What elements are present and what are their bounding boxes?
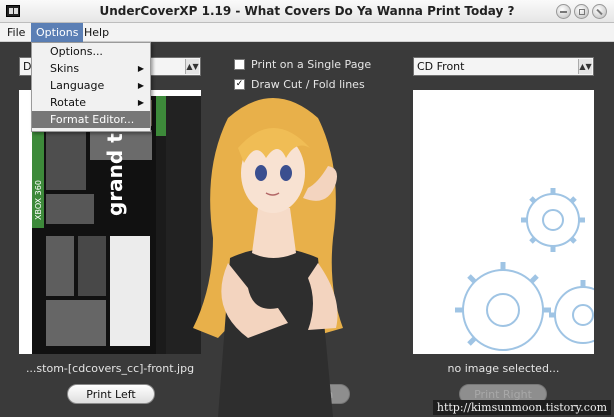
anime-character-illustration [193, 98, 343, 417]
menu-item-options[interactable]: Options... [32, 43, 150, 60]
single-page-check-box[interactable] [234, 59, 245, 70]
minimize-button[interactable] [556, 4, 571, 19]
menu-item-label: Rotate [50, 96, 87, 109]
close-icon [596, 8, 603, 16]
options-menu: Options... Skins ▶ Language ▶ Rotate ▶ Form… [31, 42, 151, 132]
right-file-caption: no image selected... [447, 362, 560, 375]
menu-file[interactable]: File [2, 23, 30, 42]
single-page-checkbox[interactable]: Print on a Single Page [234, 58, 384, 72]
gears-watermark [455, 188, 594, 351]
menu-item-rotate[interactable]: Rotate ▶ [32, 94, 150, 111]
chevron-updown-icon[interactable]: ▲▼ [185, 59, 199, 74]
menu-item-language[interactable]: Language ▶ [32, 77, 150, 94]
menu-item-label: Options... [50, 45, 103, 58]
screenshot-tile [78, 236, 106, 296]
spine-band [156, 96, 166, 136]
close-button[interactable] [592, 4, 607, 19]
single-page-label: Print on a Single Page [251, 58, 372, 71]
screenshot-tile [46, 300, 106, 346]
screenshot-tile [46, 194, 94, 224]
menu-bar: File Options Help [0, 23, 614, 42]
submenu-arrow-icon: ▶ [137, 64, 144, 73]
menu-options[interactable]: Options [31, 23, 84, 42]
right-combo-value: CD Front [417, 60, 465, 73]
xbox-logo: XBOX 360 [34, 180, 43, 220]
menu-item-format-editor[interactable]: Format Editor... [32, 111, 150, 128]
menu-help[interactable]: Help [79, 23, 114, 42]
maximize-button[interactable] [574, 4, 589, 19]
url-watermark: http://kimsunmoon.tistory.com [432, 400, 611, 415]
submenu-arrow-icon: ▶ [137, 98, 144, 107]
right-cover-preview[interactable] [413, 90, 594, 354]
right-cover-type-select[interactable]: CD Front ▲▼ [413, 57, 594, 76]
minimize-icon [560, 11, 567, 13]
cover-back-art [32, 96, 156, 354]
menu-item-label: Language [50, 79, 105, 92]
menu-item-label: Format Editor... [50, 113, 135, 126]
screenshot-tile [46, 130, 86, 190]
screenshot-tile [46, 236, 74, 296]
window-title: UnderCoverXP 1.19 - What Covers Do Ya Wa… [99, 4, 515, 18]
text-block [110, 236, 150, 346]
maximize-icon [579, 9, 585, 15]
title-bar[interactable]: UnderCoverXP 1.19 - What Covers Do Ya Wa… [0, 0, 614, 23]
print-left-button[interactable]: Print Left [67, 384, 155, 404]
menu-item-skins[interactable]: Skins ▶ [32, 60, 150, 77]
menu-item-label: Skins [50, 62, 80, 75]
chevron-updown-icon[interactable]: ▲▼ [578, 59, 592, 74]
submenu-arrow-icon: ▶ [137, 81, 144, 90]
